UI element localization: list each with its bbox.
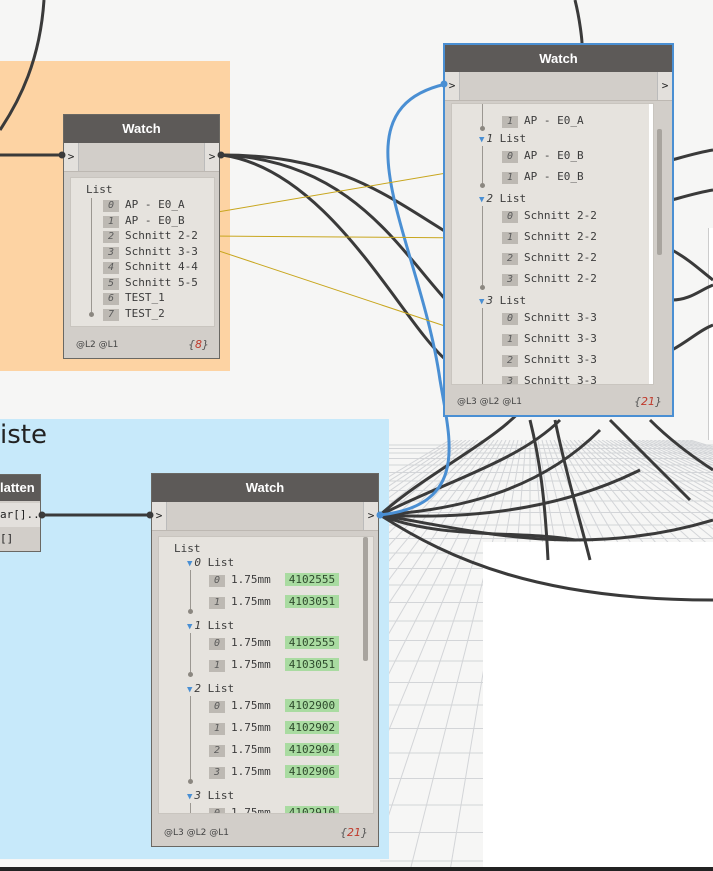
bottom-border (0, 867, 713, 871)
dynamo-canvas[interactable]: iste latten ar[]..[] Watch > > List 0 AP… (0, 0, 713, 871)
port-dots (38, 80, 448, 519)
